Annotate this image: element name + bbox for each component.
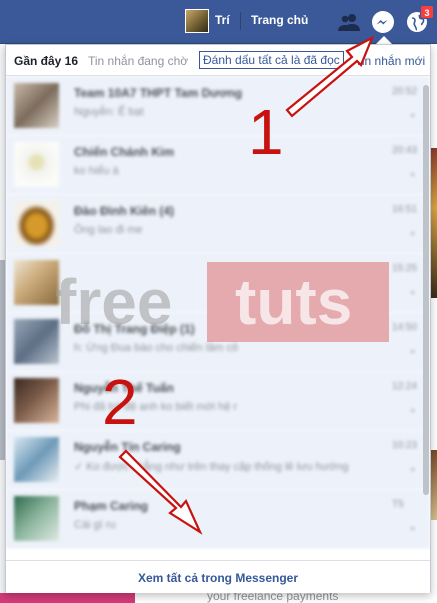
conversation-row[interactable]: Chiến Chánh Kim ko hiểu à 20:43 ● <box>6 135 430 194</box>
annotation-step-1: 1 <box>248 96 284 168</box>
watermark-text-right: tuts <box>235 266 352 338</box>
conversation-name: Nguyễn Tín Caring <box>74 440 181 454</box>
conversation-preview: ✓ Ko được chẳng như trên thay cặp thống … <box>74 461 349 473</box>
conversation-avatar <box>14 83 59 128</box>
read-status-icon: ● <box>410 405 416 415</box>
conversation-avatar <box>14 378 59 423</box>
notification-count-badge: 3 <box>420 5 434 19</box>
conversation-row[interactable]: Team 10A7 THPT Tam Dương Nguyễn: Ế bạt 2… <box>6 76 430 135</box>
conversation-avatar <box>14 437 59 482</box>
messenger-icon[interactable] <box>371 10 395 34</box>
read-status-icon: ● <box>410 346 416 356</box>
conversation-row[interactable]: Nguyễn Thế Tuấn Phi đã trò đệ anh ko biế… <box>6 371 430 430</box>
conversation-preview: Nguyễn: Ế bạt <box>74 106 144 118</box>
watermark-text-left: free <box>55 266 172 338</box>
profile-avatar[interactable] <box>185 9 209 33</box>
profile-name-link[interactable]: Trí <box>215 13 230 27</box>
conversation-avatar <box>14 201 59 246</box>
top-navigation-bar: Trí Trang chủ 3 <box>0 0 437 44</box>
conversation-time: 16:51 <box>392 204 418 215</box>
home-link[interactable]: Trang chủ <box>251 13 308 27</box>
nav-divider <box>240 12 241 30</box>
conversation-time: 20:43 <box>392 145 418 156</box>
conversation-time: 10:23 <box>392 440 418 451</box>
conversation-row[interactable]: Đào Đình Kiên (4) Ông lao đi me 16:51 ● <box>6 194 430 253</box>
read-status-icon: ● <box>410 287 416 297</box>
freetuts-watermark: free tuts <box>55 262 389 342</box>
friend-requests-icon[interactable] <box>337 12 361 32</box>
conversation-preview: ko hiểu à <box>74 165 119 177</box>
conversation-name: Team 10A7 THPT Tam Dương <box>74 86 243 100</box>
tab-recent[interactable]: Gần đây 16 <box>14 54 78 68</box>
conversation-avatar <box>14 496 59 541</box>
see-all-in-messenger-link[interactable]: Xem tất cả trong Messenger <box>138 571 298 585</box>
annotation-step-2: 2 <box>102 366 138 438</box>
read-status-icon: ● <box>410 523 416 533</box>
conversation-time: 14:50 <box>392 322 418 333</box>
conversation-row[interactable]: Phạm Caring Cái gì ru T5 ● <box>6 489 430 548</box>
conversation-avatar <box>14 142 59 187</box>
conversation-time: T5 <box>392 499 404 510</box>
new-message-link[interactable]: Tin nhắn mới <box>355 54 425 68</box>
conversation-name: Phạm Caring <box>74 499 149 513</box>
conversation-scrollbar[interactable] <box>423 85 429 495</box>
conversation-preview: Cái gì ru <box>74 519 116 531</box>
tab-pending-messages[interactable]: Tin nhắn đang chờ <box>88 54 188 68</box>
read-status-icon: ● <box>410 464 416 474</box>
conversation-preview: Phi đã trò đệ anh ko biết mới hệ r <box>74 401 238 413</box>
conversation-name: Chiến Chánh Kim <box>74 145 175 159</box>
page-right-image-2 <box>431 450 437 520</box>
read-status-icon: ● <box>410 169 416 179</box>
conversation-avatar <box>14 319 59 364</box>
conversation-avatar <box>14 260 59 305</box>
read-status-icon: ● <box>410 110 416 120</box>
conversation-name: Đào Đình Kiên (4) <box>74 204 175 218</box>
read-status-icon: ● <box>410 228 416 238</box>
dropdown-caret <box>376 36 392 44</box>
dropdown-footer: Xem tất cả trong Messenger <box>6 560 430 593</box>
dropdown-header: Gần đây 16 Tin nhắn đang chờ Đánh dấu tấ… <box>6 45 430 76</box>
conversation-preview: Ông lao đi me <box>74 224 143 236</box>
page-bottom-banner <box>0 593 135 603</box>
conversation-time: 20:52 <box>392 86 418 97</box>
page-bottom-strip: your freelance payments <box>0 589 437 603</box>
conversation-time: 15:25 <box>392 263 418 274</box>
conversation-preview: h: Ừng Đua bào cho chiến lâm cô <box>74 342 239 354</box>
page-right-image <box>431 148 437 298</box>
conversation-time: 12:24 <box>392 381 418 392</box>
conversation-row[interactable]: Nguyễn Tín Caring ✓ Ko được chẳng như tr… <box>6 430 430 489</box>
mark-all-read-link[interactable]: Đánh dấu tất cả là đã đọc <box>199 51 344 69</box>
